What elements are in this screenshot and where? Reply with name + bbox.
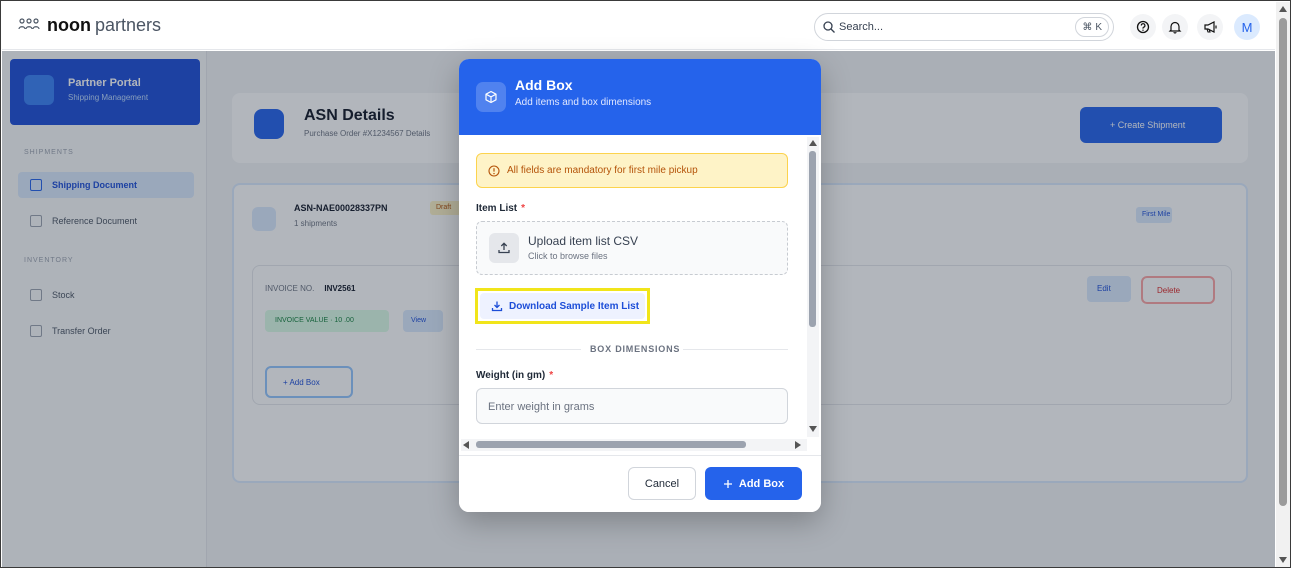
logo-mark-icon — [18, 17, 40, 34]
alert-text: All fields are mandatory for first mile … — [507, 165, 698, 176]
download-highlight: Download Sample Item List — [475, 288, 650, 324]
search-bar[interactable]: ⌘K — [814, 13, 1114, 41]
shortcut-key: K — [1095, 21, 1102, 33]
download-sample-button[interactable]: Download Sample Item List — [480, 293, 645, 319]
scroll-down-arrow-icon[interactable] — [809, 426, 817, 432]
noon-partners-logo[interactable]: noon partners — [18, 15, 161, 36]
logo-noon-text: noon — [47, 15, 91, 35]
weight-label: Weight (in gm) * — [476, 370, 553, 381]
divider-line-left — [476, 349, 581, 350]
download-icon — [491, 301, 503, 312]
scroll-up-arrow-icon[interactable] — [1279, 6, 1287, 12]
modal-horizontal-scrollbar[interactable] — [461, 439, 807, 451]
scroll-left-arrow-icon[interactable] — [463, 441, 469, 449]
upload-title: Upload item list CSV — [528, 234, 639, 248]
upload-icon — [489, 233, 519, 263]
upload-csv-dropzone[interactable]: Upload item list CSV Click to browse fil… — [476, 221, 788, 275]
add-box-button[interactable]: Add Box — [705, 467, 802, 500]
scroll-up-arrow-icon[interactable] — [809, 140, 817, 146]
modal-vertical-scrollbar-thumb[interactable] — [809, 151, 816, 327]
plus-icon — [723, 479, 732, 488]
weight-field[interactable] — [476, 388, 788, 424]
info-icon — [488, 165, 500, 177]
command-key-icon: ⌘ — [1082, 21, 1093, 33]
divider-line-right — [683, 349, 788, 350]
item-list-label: Item List * — [476, 203, 525, 214]
box-dimensions-divider: BOX DIMENSIONS — [476, 344, 788, 354]
logo-partners-text: partners — [94, 15, 162, 35]
modal-body: All fields are mandatory for first mile … — [459, 135, 821, 455]
weight-input[interactable] — [488, 398, 768, 416]
top-bar: noonpartners ⌘K M — [2, 2, 1275, 50]
modal-vertical-scrollbar[interactable] — [807, 137, 819, 437]
mandatory-fields-alert: All fields are mandatory for first mile … — [476, 153, 788, 188]
add-box-label: Add Box — [738, 477, 785, 490]
modal-header: Add Box Add items and box dimensions — [459, 59, 821, 135]
page-scrollbar[interactable] — [1276, 2, 1290, 567]
add-box-modal: Add Box Add items and box dimensions All… — [459, 59, 821, 512]
megaphone-icon[interactable] — [1197, 14, 1223, 40]
modal-title: Add Box — [515, 77, 573, 93]
bell-icon[interactable] — [1162, 14, 1188, 40]
required-asterisk: * — [549, 370, 554, 381]
item-list-label-text: Item List — [476, 203, 518, 214]
browser-frame: Partner Portal Shipping Management SHIPM… — [0, 0, 1291, 568]
avatar[interactable]: M — [1234, 14, 1260, 40]
modal-footer: Cancel Add Box — [459, 455, 821, 512]
required-asterisk: * — [521, 203, 526, 214]
upload-subtitle: Click to browse files — [528, 251, 608, 261]
scroll-right-arrow-icon[interactable] — [795, 441, 801, 449]
weight-label-text: Weight (in gm) — [476, 370, 546, 381]
download-sample-label: Download Sample Item List — [509, 300, 640, 312]
cancel-button[interactable]: Cancel — [628, 467, 696, 500]
search-icon — [823, 21, 835, 33]
page-scrollbar-thumb[interactable] — [1279, 18, 1287, 506]
modal-horizontal-scrollbar-thumb[interactable] — [476, 441, 746, 448]
help-icon[interactable] — [1130, 14, 1156, 40]
modal-subtitle: Add items and box dimensions — [515, 97, 652, 108]
box-dimensions-heading: BOX DIMENSIONS — [590, 344, 681, 354]
search-shortcut-badge: ⌘ K — [1075, 17, 1109, 37]
search-input[interactable] — [839, 18, 1039, 36]
scroll-down-arrow-icon[interactable] — [1279, 557, 1287, 563]
cube-icon — [476, 82, 506, 112]
